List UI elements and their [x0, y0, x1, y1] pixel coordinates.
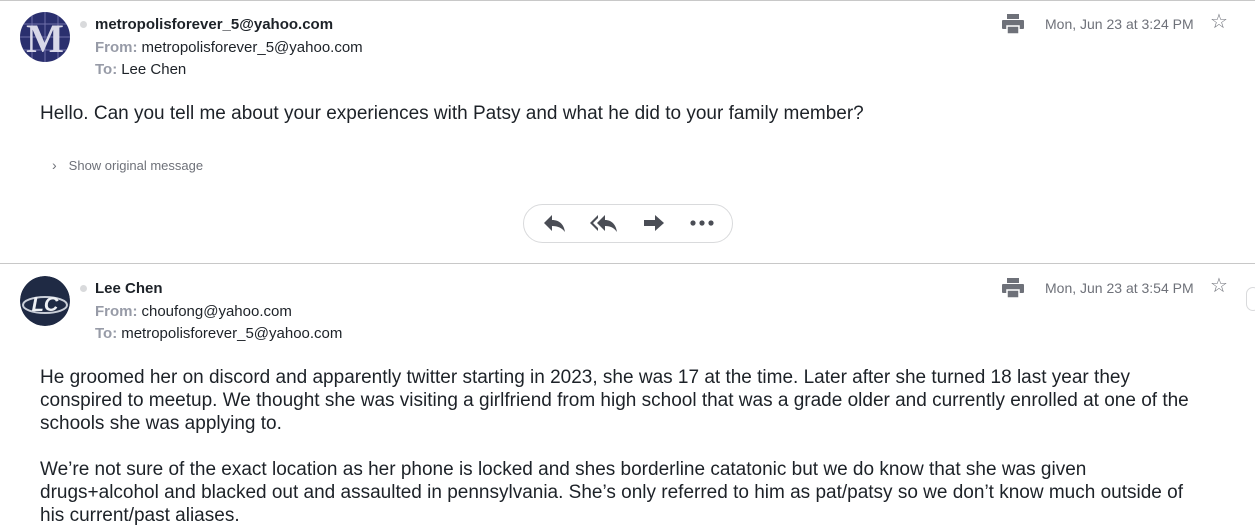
message-body-paragraph-1: He groomed her on discord and apparently…: [40, 367, 1189, 434]
svg-text:M: M: [26, 16, 64, 61]
action-bar: [523, 204, 733, 243]
show-original-link[interactable]: › Show original message: [52, 157, 203, 173]
more-button[interactable]: [689, 213, 717, 233]
message-body: Hello. Can you tell me about your experi…: [40, 103, 864, 124]
message-body-paragraph-2: We’re not sure of the exact location as …: [40, 459, 1183, 526]
message-date: Mon, Jun 23 at 3:54 PM: [1045, 280, 1194, 296]
svg-text:LC: LC: [32, 294, 59, 316]
show-original-label: Show original message: [68, 158, 204, 173]
from-line: From: choufong@yahoo.com: [95, 303, 292, 320]
forward-button[interactable]: [642, 213, 666, 233]
print-icon[interactable]: [1002, 278, 1024, 299]
to-line: To: Lee Chen: [95, 61, 186, 78]
print-icon[interactable]: [1002, 14, 1024, 35]
sender-avatar[interactable]: M: [20, 12, 70, 62]
from-line: From: metropolisforever_5@yahoo.com: [95, 39, 363, 56]
sender-name[interactable]: Lee Chen: [95, 280, 163, 297]
more-icon: [690, 220, 714, 226]
to-label: To:: [95, 325, 118, 342]
reply-icon: [544, 215, 565, 232]
from-address[interactable]: choufong@yahoo.com: [142, 303, 292, 320]
to-address[interactable]: metropolisforever_5@yahoo.com: [121, 325, 342, 342]
status-dot: [80, 285, 87, 292]
to-address[interactable]: Lee Chen: [121, 61, 186, 78]
message-2: LC Lee Chen From: choufong@yahoo.com To: m…: [0, 264, 1255, 532]
sender-name[interactable]: metropolisforever_5@yahoo.com: [95, 16, 333, 33]
status-dot: [80, 21, 87, 28]
message-1: M metropolisforever_5@yahoo.com From: met…: [0, 0, 1255, 262]
from-address[interactable]: metropolisforever_5@yahoo.com: [142, 39, 363, 56]
reply-all-icon: [590, 215, 617, 232]
message-date: Mon, Jun 23 at 3:24 PM: [1045, 16, 1194, 32]
star-icon[interactable]: ☆: [1210, 12, 1228, 32]
forward-icon: [644, 215, 664, 231]
reply-button[interactable]: [542, 213, 566, 233]
star-icon[interactable]: ☆: [1210, 276, 1228, 296]
reply-all-button[interactable]: [590, 213, 618, 233]
sender-avatar[interactable]: LC: [20, 276, 70, 326]
to-line: To: metropolisforever_5@yahoo.com: [95, 325, 342, 342]
to-label: To:: [95, 61, 118, 78]
scroll-handle[interactable]: [1246, 287, 1255, 311]
from-label: From:: [95, 303, 138, 320]
from-label: From:: [95, 39, 138, 56]
chevron-right-icon: ›: [52, 157, 57, 173]
